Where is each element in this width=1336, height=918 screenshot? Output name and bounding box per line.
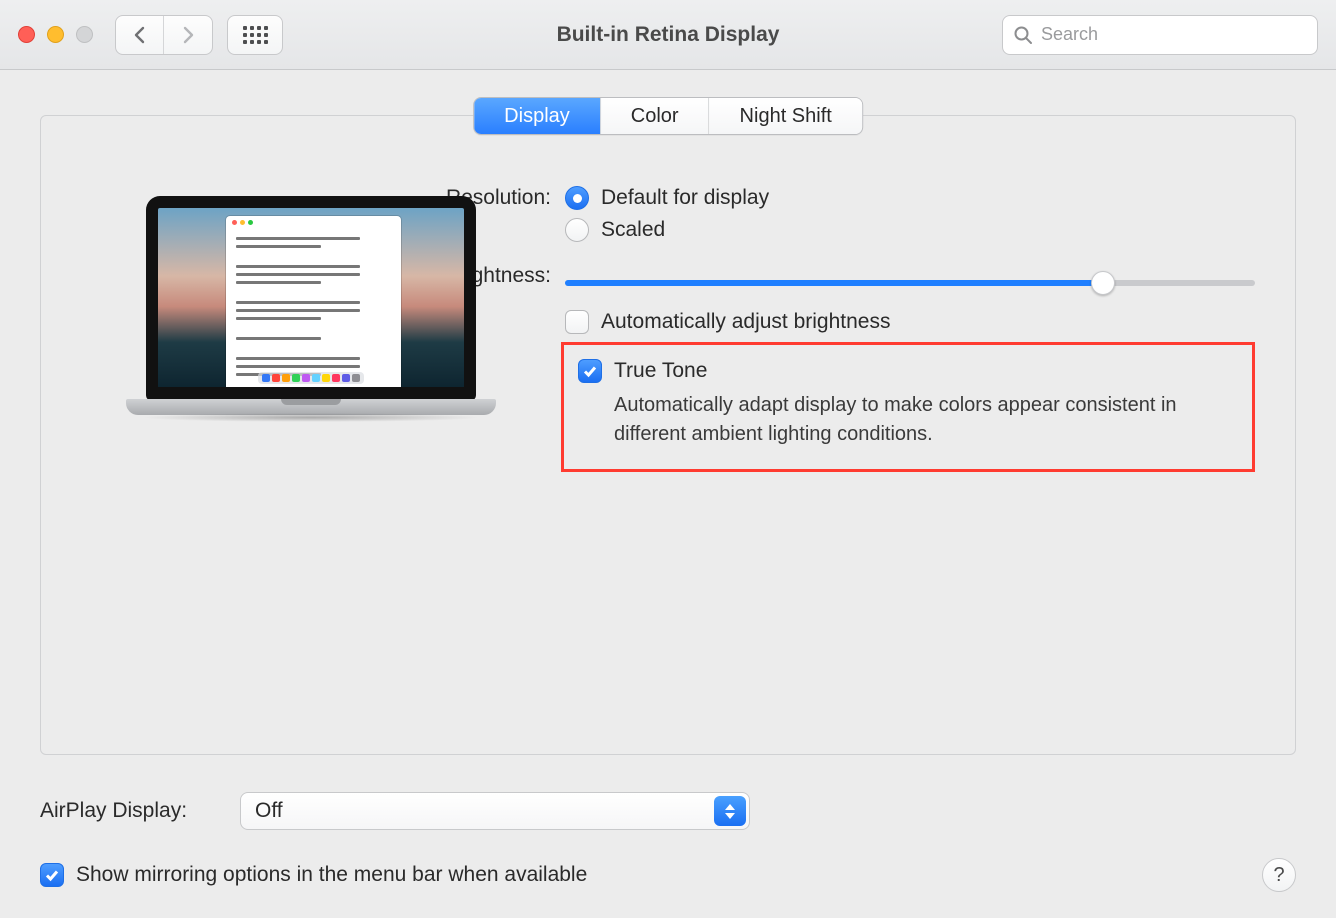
help-button[interactable]: ? (1262, 858, 1296, 892)
forward-button[interactable] (164, 16, 212, 54)
search-icon (1013, 25, 1033, 45)
truetone-highlight: True Tone Automatically adapt display to… (561, 342, 1255, 472)
mirroring-label: Show mirroring options in the menu bar w… (76, 863, 587, 887)
show-all-prefs-button[interactable] (227, 15, 283, 55)
nav-buttons (115, 15, 213, 55)
display-preview-image (126, 196, 496, 415)
panel-content: Resolution: Default for display Scaled (41, 186, 1295, 734)
mirroring-checkbox[interactable]: Show mirroring options in the menu bar w… (40, 863, 587, 887)
truetone-checkbox[interactable]: True Tone (578, 359, 1234, 383)
truetone-label: True Tone (614, 359, 707, 383)
brightness-slider[interactable] (565, 270, 1255, 296)
search-input[interactable] (1039, 23, 1307, 46)
search-field-wrap[interactable] (1002, 15, 1318, 55)
zoom-window-button[interactable] (76, 26, 93, 43)
settings-panel: Display Color Night Shift (40, 115, 1296, 755)
bottom-area: AirPlay Display: Off Show mirroring opti… (40, 792, 1296, 892)
back-button[interactable] (116, 16, 164, 54)
resolution-scaled-label: Scaled (601, 218, 665, 242)
radio-off-icon (565, 218, 589, 242)
close-window-button[interactable] (18, 26, 35, 43)
select-stepper-icon (714, 796, 746, 826)
minimize-window-button[interactable] (47, 26, 64, 43)
auto-brightness-checkbox[interactable]: Automatically adjust brightness (565, 310, 1255, 334)
client-area: Display Color Night Shift (0, 70, 1336, 918)
auto-brightness-label: Automatically adjust brightness (601, 310, 890, 334)
chevron-right-icon (181, 26, 195, 44)
checkbox-off-icon (565, 310, 589, 334)
airplay-label: AirPlay Display: (40, 799, 240, 823)
resolution-default-label: Default for display (601, 186, 769, 210)
tab-display[interactable]: Display (474, 98, 601, 134)
truetone-description: Automatically adapt display to make colo… (614, 391, 1234, 449)
tab-bar: Display Color Night Shift (473, 97, 863, 135)
chevron-left-icon (133, 26, 147, 44)
airplay-select[interactable]: Off (240, 792, 750, 830)
airplay-select-value: Off (255, 799, 283, 823)
tab-color[interactable]: Color (601, 98, 710, 134)
titlebar: Built-in Retina Display (0, 0, 1336, 70)
tab-nightshift[interactable]: Night Shift (710, 98, 862, 134)
resolution-default-radio[interactable]: Default for display (565, 186, 1255, 210)
window-controls (18, 26, 93, 43)
radio-on-icon (565, 186, 589, 210)
checkbox-on-icon (578, 359, 602, 383)
grid-icon (243, 26, 268, 44)
resolution-scaled-radio[interactable]: Scaled (565, 218, 1255, 242)
checkbox-on-icon (40, 863, 64, 887)
